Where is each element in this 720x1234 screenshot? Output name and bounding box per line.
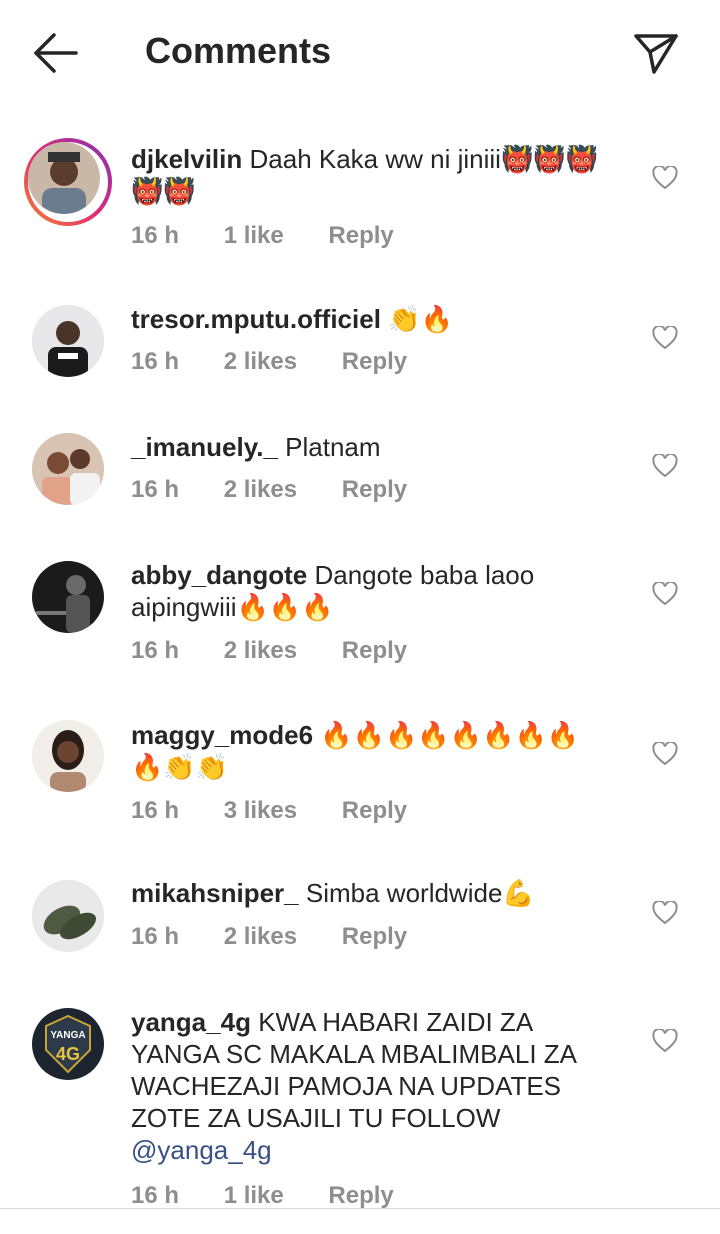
comment-time: 16 h [131, 348, 180, 375]
reply-button[interactable]: Reply [342, 637, 407, 664]
reply-button[interactable]: Reply [328, 222, 393, 249]
comment-time: 16 h [131, 637, 180, 664]
heart-icon[interactable] [652, 452, 678, 478]
comment-likes[interactable]: 1 like [224, 1182, 284, 1209]
arrow-left-icon[interactable] [30, 30, 82, 76]
heart-icon[interactable] [652, 899, 678, 925]
comment-username[interactable]: mikahsniper_ [131, 878, 299, 908]
comment-username[interactable]: djkelvilin [131, 144, 242, 174]
reply-button[interactable]: Reply [342, 476, 407, 503]
comment-meta: 16 h 3 likes Reply [131, 797, 445, 825]
avatar-text: 4G [56, 1044, 80, 1064]
comment-text: mikahsniper_ Simba worldwide💪 [131, 878, 535, 908]
avatar[interactable] [32, 561, 104, 633]
comment-username[interactable]: tresor.mputu.officiel [131, 304, 381, 334]
avatar-text: YANGA [50, 1030, 85, 1041]
mention-link[interactable]: @yanga_4g [131, 1135, 272, 1165]
comment-likes[interactable]: 2 likes [224, 476, 297, 503]
avatar[interactable] [32, 305, 104, 377]
heart-icon[interactable] [652, 1027, 678, 1053]
reply-button[interactable]: Reply [342, 348, 407, 375]
comment-meta: 16 h 2 likes Reply [131, 348, 445, 376]
comment-text: maggy_mode6 🔥🔥🔥🔥🔥🔥🔥🔥 🔥👏👏 [131, 720, 580, 782]
comment-likes[interactable]: 2 likes [224, 923, 297, 950]
comment-likes[interactable]: 2 likes [224, 637, 297, 664]
reply-button[interactable]: Reply [328, 1182, 393, 1209]
comment-username[interactable]: maggy_mode6 [131, 720, 313, 750]
divider [0, 1208, 720, 1234]
comment-meta: 16 h 2 likes Reply [131, 476, 445, 504]
comment-time: 16 h [131, 222, 180, 249]
comment-meta: 16 h 2 likes Reply [131, 637, 445, 665]
comment-likes[interactable]: 1 like [224, 222, 284, 249]
comment-text: djkelvilin Daah Kaka ww ni jiniii👹👹👹 👹👹 [131, 144, 599, 206]
avatar[interactable] [32, 720, 104, 792]
comment-text: yanga_4g KWA HABARI ZAIDI ZA YANGA SC MA… [131, 1007, 577, 1165]
avatar[interactable]: YANGA 4G [32, 1008, 104, 1080]
comment-text: tresor.mputu.officiel 👏🔥 [131, 304, 453, 334]
heart-icon[interactable] [652, 580, 678, 606]
avatar[interactable] [24, 138, 112, 226]
page-title: Comments [145, 30, 332, 71]
heart-icon[interactable] [652, 324, 678, 350]
comment-meta: 16 h 2 likes Reply [131, 923, 445, 951]
comment-text: abby_dangote Dangote baba laoo aipingwii… [131, 560, 535, 622]
comment-likes[interactable]: 2 likes [224, 348, 297, 375]
comment-time: 16 h [131, 476, 180, 503]
comment-likes[interactable]: 3 likes [224, 797, 297, 824]
heart-icon[interactable] [652, 740, 678, 766]
heart-icon[interactable] [652, 164, 678, 190]
comment-meta: 16 h 1 like Reply [131, 222, 432, 250]
comment-meta: 16 h 1 like Reply [131, 1182, 432, 1210]
comment-text: _imanuely._ Platnam [131, 432, 381, 462]
comment-time: 16 h [131, 923, 180, 950]
comment-username[interactable]: _imanuely._ [131, 432, 278, 462]
avatar[interactable] [32, 880, 104, 952]
paper-plane-icon[interactable] [630, 28, 682, 78]
top-bar: Comments [0, 0, 720, 108]
avatar[interactable] [32, 433, 104, 505]
comment-time: 16 h [131, 1182, 180, 1209]
comment-username[interactable]: yanga_4g [131, 1007, 251, 1037]
reply-button[interactable]: Reply [342, 797, 407, 824]
reply-button[interactable]: Reply [342, 923, 407, 950]
comment-username[interactable]: abby_dangote [131, 560, 307, 590]
comment-time: 16 h [131, 797, 180, 824]
